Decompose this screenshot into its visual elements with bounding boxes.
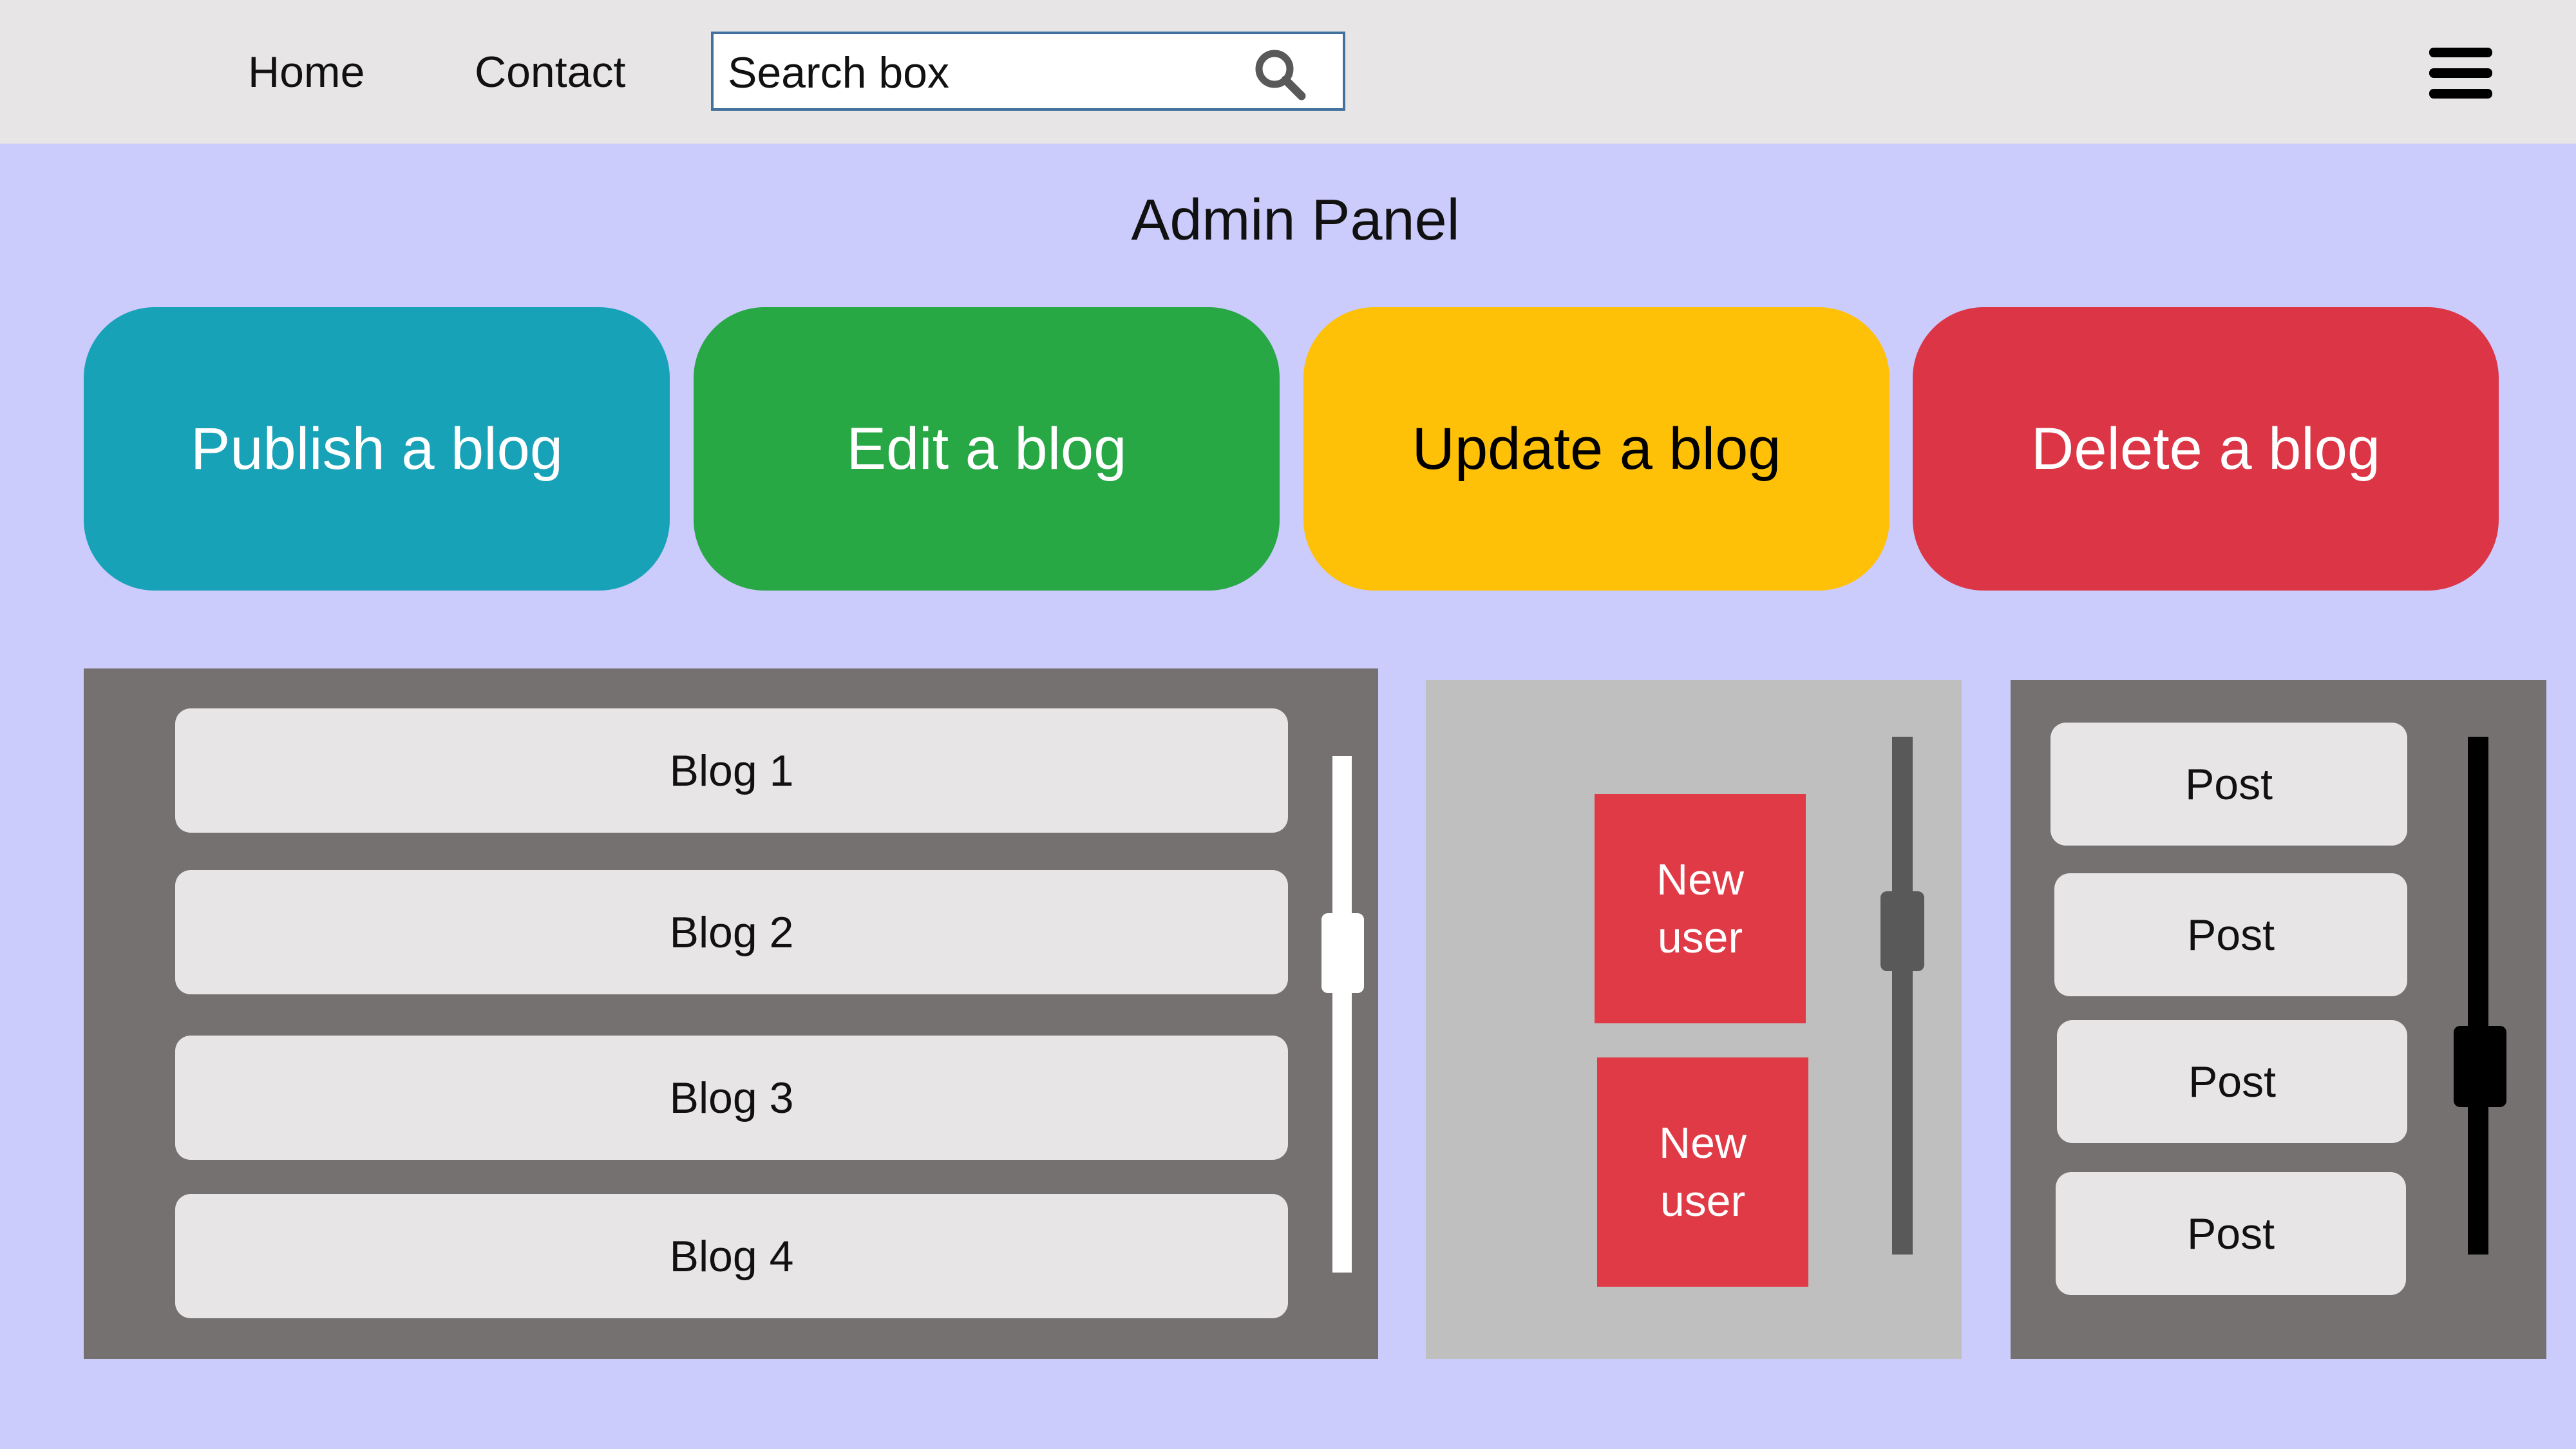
post-list-item[interactable]: Post bbox=[2056, 1172, 2406, 1295]
top-navbar: Home Contact bbox=[0, 0, 2576, 144]
new-user-label-line2: user bbox=[1660, 1177, 1746, 1226]
nav-home-link[interactable]: Home bbox=[248, 40, 365, 104]
new-user-card[interactable]: New user bbox=[1597, 1057, 1808, 1287]
posts-panel: Post Post Post Post bbox=[2011, 680, 2546, 1359]
page-title: Admin Panel bbox=[1131, 188, 1460, 252]
blog-list-item[interactable]: Blog 4 bbox=[175, 1194, 1288, 1318]
post-list-item[interactable]: Post bbox=[2057, 1020, 2407, 1143]
post-list-item[interactable]: Post bbox=[2050, 723, 2407, 846]
search-box[interactable] bbox=[711, 32, 1345, 111]
search-input[interactable] bbox=[728, 42, 1217, 103]
edit-blog-button[interactable]: Edit a blog bbox=[694, 307, 1280, 591]
nav-contact-link[interactable]: Contact bbox=[475, 40, 625, 104]
users-scrollbar-thumb[interactable] bbox=[1880, 891, 1924, 971]
posts-scrollbar-track[interactable] bbox=[2468, 737, 2488, 1255]
new-user-card[interactable]: New user bbox=[1595, 794, 1806, 1023]
new-user-label-line2: user bbox=[1657, 913, 1743, 962]
blog-list-item[interactable]: Blog 1 bbox=[175, 708, 1288, 833]
blog-list-item[interactable]: Blog 2 bbox=[175, 870, 1288, 994]
new-users-panel: New user New user bbox=[1426, 680, 1962, 1359]
publish-blog-button[interactable]: Publish a blog bbox=[84, 307, 670, 591]
post-list-item[interactable]: Post bbox=[2054, 873, 2407, 996]
new-user-label-line1: New bbox=[1658, 1119, 1747, 1168]
update-blog-button[interactable]: Update a blog bbox=[1303, 307, 1889, 591]
delete-blog-button[interactable]: Delete a blog bbox=[1913, 307, 2499, 591]
users-scrollbar-track[interactable] bbox=[1892, 737, 1913, 1255]
blog-scrollbar-track[interactable] bbox=[1332, 756, 1352, 1273]
blog-scrollbar-thumb[interactable] bbox=[1321, 913, 1364, 993]
posts-scrollbar-thumb[interactable] bbox=[2454, 1026, 2506, 1107]
blog-list-panel: Blog 1 Blog 2 Blog 3 Blog 4 bbox=[84, 668, 1378, 1359]
search-icon[interactable] bbox=[1251, 46, 1309, 104]
hamburger-menu-icon[interactable] bbox=[2428, 46, 2494, 100]
blog-list-item[interactable]: Blog 3 bbox=[175, 1036, 1288, 1160]
new-user-label-line1: New bbox=[1656, 855, 1745, 904]
